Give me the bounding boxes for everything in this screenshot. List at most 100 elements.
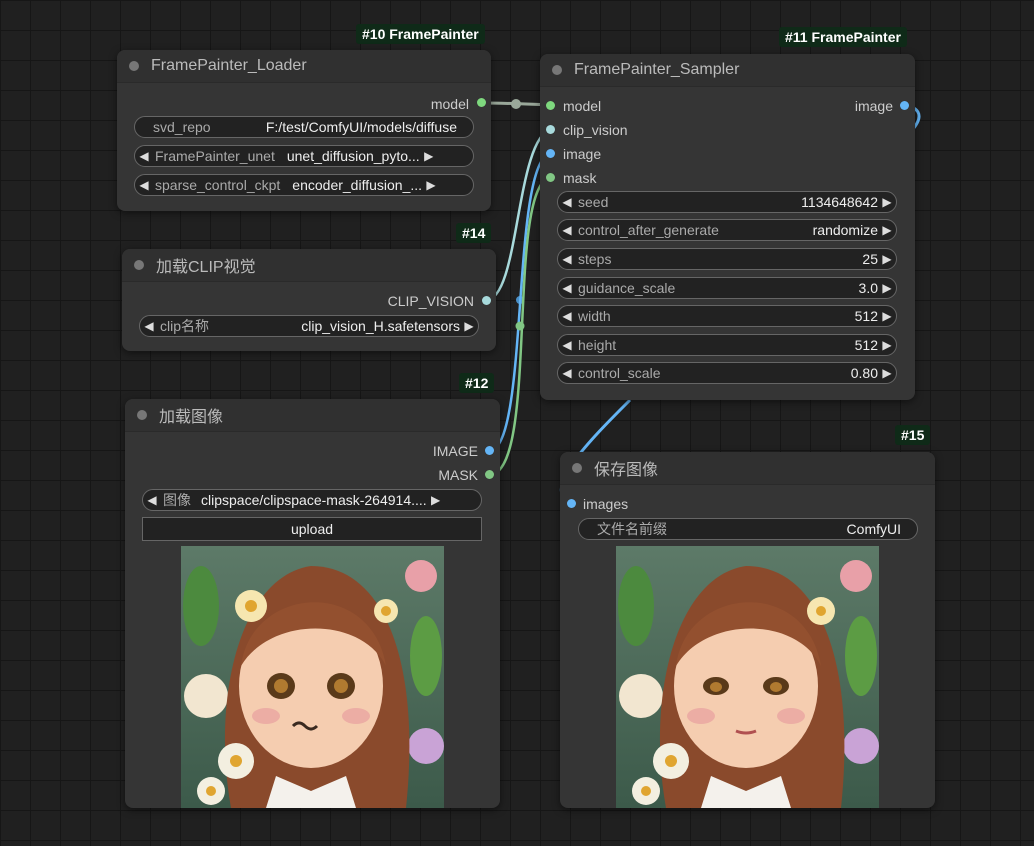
input-mask-port-icon[interactable] <box>546 173 555 182</box>
widget-value: 512 <box>854 337 878 353</box>
portrait-illustration <box>181 546 444 808</box>
widget-value: 1134648642 <box>801 194 878 210</box>
left-arrow-icon[interactable]: ◀ <box>140 319 158 333</box>
node-title: 加载CLIP视觉 <box>156 259 256 276</box>
right-arrow-icon[interactable]: ▶ <box>878 366 896 380</box>
width-widget[interactable]: ◀ width 512 ▶ <box>557 305 897 327</box>
right-arrow-icon[interactable]: ▶ <box>427 493 445 507</box>
left-arrow-icon[interactable]: ◀ <box>558 223 576 237</box>
control-scale-widget[interactable]: ◀ control_scale 0.80 ▶ <box>557 362 897 384</box>
node-title-bar[interactable]: 保存图像 <box>560 452 935 485</box>
widget-value: randomize <box>812 222 878 238</box>
node-title: FramePainter_Loader <box>151 57 307 74</box>
widget-label: seed <box>578 194 609 210</box>
left-arrow-icon[interactable]: ◀ <box>558 281 576 295</box>
widget-value: encoder_diffusion_... <box>292 177 423 193</box>
input-model-port-icon[interactable] <box>546 101 555 110</box>
widget-value: unet_diffusion_pyto... <box>286 148 420 164</box>
node-title: 加载图像 <box>159 409 224 426</box>
input-clip-vision-label: clip_vision <box>563 122 628 138</box>
input-images: images <box>583 495 628 513</box>
left-arrow-icon[interactable]: ◀ <box>135 149 153 163</box>
unet-combo-widget[interactable]: ◀ FramePainter_unet unet_diffusion_pyto.… <box>134 145 474 167</box>
portrait-illustration <box>616 546 879 808</box>
input-clip-vision: clip_vision <box>563 121 628 139</box>
output-model-label: model <box>430 96 469 112</box>
input-images-label: images <box>583 496 629 512</box>
right-arrow-icon[interactable]: ▶ <box>878 195 896 209</box>
output-clip-vision-port-icon[interactable] <box>482 296 491 305</box>
output-image-port-icon[interactable] <box>900 101 909 110</box>
left-arrow-icon[interactable]: ◀ <box>558 309 576 323</box>
output-mask-port-icon[interactable] <box>485 470 494 479</box>
save-image-node[interactable]: 保存图像 images 文件名前缀 ComfyUI <box>560 452 935 808</box>
left-arrow-icon[interactable]: ◀ <box>558 366 576 380</box>
left-arrow-icon[interactable]: ◀ <box>558 338 576 352</box>
control-after-generate-widget[interactable]: ◀ control_after_generate randomize ▶ <box>557 219 897 241</box>
right-arrow-icon[interactable]: ▶ <box>422 178 440 192</box>
input-images-port-icon[interactable] <box>567 499 576 508</box>
widget-label: guidance_scale <box>578 280 676 296</box>
ckpt-combo-widget[interactable]: ◀ sparse_control_ckpt encoder_diffusion_… <box>134 174 474 196</box>
left-arrow-icon[interactable]: ◀ <box>143 493 161 507</box>
widget-value: clip_vision_H.safetensors <box>301 318 460 334</box>
node-title-bar[interactable]: 加载CLIP视觉 <box>122 249 496 282</box>
widget-label: 文件名前缀 <box>597 521 667 537</box>
guidance-scale-widget[interactable]: ◀ guidance_scale 3.0 ▶ <box>557 277 897 299</box>
widget-value: 0.80 <box>850 365 878 381</box>
collapse-dot-icon[interactable] <box>552 65 562 75</box>
filename-prefix-widget[interactable]: 文件名前缀 ComfyUI <box>578 518 918 540</box>
svd-repo-widget[interactable]: svd_repo F:/test/ComfyUI/models/diffuse <box>134 116 474 138</box>
left-arrow-icon[interactable]: ◀ <box>558 252 576 266</box>
node-badge-load-image: #12 <box>459 373 495 393</box>
node-title-bar[interactable]: 加载图像 <box>125 399 500 432</box>
input-model: model <box>563 97 601 115</box>
widget-value: 3.0 <box>858 280 878 296</box>
widget-value: ComfyUI <box>846 521 901 537</box>
input-image-port-icon[interactable] <box>546 149 555 158</box>
steps-widget[interactable]: ◀ steps 25 ▶ <box>557 248 897 270</box>
output-model: model <box>431 95 469 113</box>
image-combo-widget[interactable]: ◀ 图像 clipspace/clipspace-mask-264914....… <box>142 489 482 511</box>
input-mask: mask <box>563 169 596 187</box>
widget-label: control_after_generate <box>578 222 719 238</box>
collapse-dot-icon[interactable] <box>134 260 144 270</box>
node-title-bar[interactable]: FramePainter_Sampler <box>540 54 915 87</box>
input-image-label: image <box>563 146 602 162</box>
input-mask-label: mask <box>563 170 597 186</box>
clip-vision-loader-node[interactable]: 加载CLIP视觉 CLIP_VISION ◀ clip名称 clip_visio… <box>122 249 496 351</box>
widget-label: steps <box>578 251 612 267</box>
widget-label: FramePainter_unet <box>155 148 275 164</box>
right-arrow-icon[interactable]: ▶ <box>878 309 896 323</box>
collapse-dot-icon[interactable] <box>129 61 139 71</box>
collapse-dot-icon[interactable] <box>572 463 582 473</box>
output-image-preview <box>616 546 879 808</box>
load-image-node[interactable]: 加载图像 IMAGE MASK ◀ 图像 clipspace/clipspace… <box>125 399 500 808</box>
right-arrow-icon[interactable]: ▶ <box>878 281 896 295</box>
right-arrow-icon[interactable]: ▶ <box>878 223 896 237</box>
height-widget[interactable]: ◀ height 512 ▶ <box>557 334 897 356</box>
output-image-port-icon[interactable] <box>485 446 494 455</box>
widget-value: clipspace/clipspace-mask-264914.... <box>201 492 427 508</box>
upload-button[interactable]: upload <box>142 517 482 541</box>
input-clip-vision-port-icon[interactable] <box>546 125 555 134</box>
clip-name-combo-widget[interactable]: ◀ clip名称 clip_vision_H.safetensors ▶ <box>139 315 479 337</box>
right-arrow-icon[interactable]: ▶ <box>878 338 896 352</box>
right-arrow-icon[interactable]: ▶ <box>878 252 896 266</box>
right-arrow-icon[interactable]: ▶ <box>460 319 478 333</box>
right-arrow-icon[interactable]: ▶ <box>420 149 438 163</box>
seed-widget[interactable]: ◀ seed 1134648642 ▶ <box>557 191 897 213</box>
output-model-port-icon[interactable] <box>477 98 486 107</box>
node-title-bar[interactable]: FramePainter_Loader <box>117 50 491 83</box>
input-model-label: model <box>563 98 602 114</box>
framepainter-sampler-node[interactable]: FramePainter_Sampler model clip_vision i… <box>540 54 915 400</box>
collapse-dot-icon[interactable] <box>137 410 147 420</box>
left-arrow-icon[interactable]: ◀ <box>558 195 576 209</box>
output-mask-label: MASK <box>438 467 478 483</box>
framepainter-loader-node[interactable]: FramePainter_Loader model svd_repo F:/te… <box>117 50 491 211</box>
widget-value: F:/test/ComfyUI/models/diffuse <box>265 119 457 135</box>
output-mask: MASK <box>438 466 478 484</box>
node-badge-loader: #10 FramePainter <box>356 24 485 44</box>
node-title: FramePainter_Sampler <box>574 61 740 78</box>
left-arrow-icon[interactable]: ◀ <box>135 178 153 192</box>
